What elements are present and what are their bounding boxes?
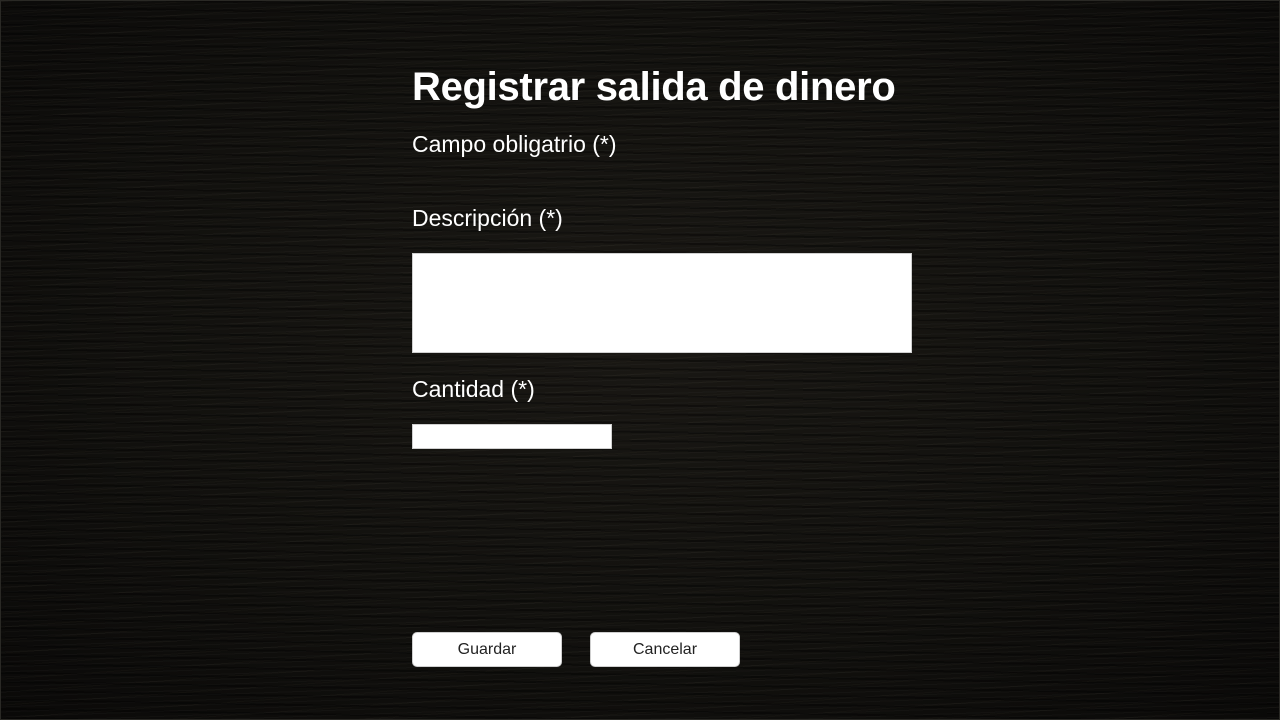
quantity-input[interactable] [412,424,612,449]
required-field-note: Campo obligatrio (*) [412,131,617,157]
quantity-label: Cantidad (*) [412,376,535,402]
page-title: Registrar salida de dinero [412,65,896,109]
save-button[interactable]: Guardar [412,632,562,667]
withdrawal-form: Registrar salida de dinero Campo obligat… [412,0,912,720]
cancel-button[interactable]: Cancelar [590,632,740,667]
description-textarea[interactable] [412,253,912,353]
description-label: Descripción (*) [412,205,563,231]
